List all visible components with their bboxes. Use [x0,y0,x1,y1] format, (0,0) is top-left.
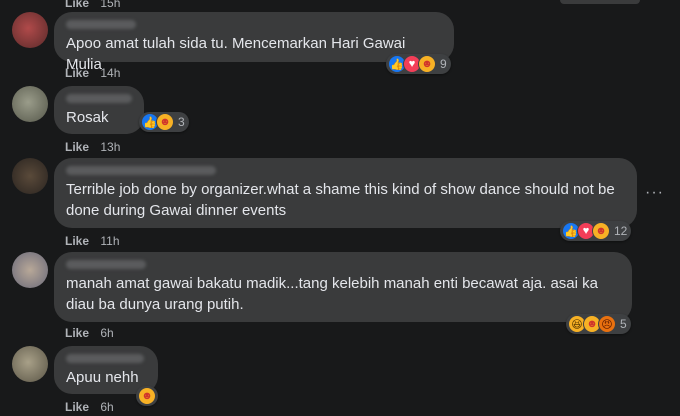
reaction-summary[interactable]: 👍 ♥ ☻ 9 [386,54,451,74]
like-link[interactable]: Like [65,326,89,340]
author-name-blurred[interactable] [66,260,146,269]
comment-meta: Like 6h [65,400,114,414]
author-name-blurred[interactable] [66,94,132,103]
comment-meta: Like 14h [65,66,120,80]
angry-reaction-icon: 😠 [598,315,616,333]
reaction-count: 12 [614,224,628,238]
like-link[interactable]: Like [65,66,89,80]
like-link[interactable]: Like [65,140,89,154]
reaction-summary[interactable]: 👍 ♥ ☻ 12 [560,221,632,241]
avatar[interactable] [12,346,48,382]
reaction-count: 5 [620,317,627,331]
reaction-count: 3 [178,115,185,129]
comment-text: Apoo amat tulah sida tu. Mencemarkan Har… [66,35,406,73]
author-name-blurred[interactable] [66,20,136,29]
reaction-count: 9 [440,57,447,71]
more-horizontal-icon[interactable]: ··· [645,184,664,202]
comment-meta-top: Like 15h [65,0,120,10]
care-reaction-icon: ☻ [138,387,156,405]
timestamp[interactable]: 13h [100,140,120,154]
comment-text: Rosak [66,109,109,126]
avatar[interactable] [12,252,48,288]
timestamp[interactable]: 11h [100,234,119,248]
author-name-blurred[interactable] [66,166,216,175]
reaction-summary[interactable]: 😆 ☻ 😠 5 [566,314,631,334]
comment-meta: Like 13h [65,140,120,154]
comment-bubble: Terrible job done by organizer.what a sh… [54,158,637,228]
comment-bubble: Rosak [54,86,144,134]
timestamp[interactable]: 6h [100,326,113,340]
comment-meta: Like 6h [65,326,114,340]
author-name-blurred[interactable] [66,354,144,363]
care-reaction-icon: ☻ [418,55,436,73]
like-link[interactable]: Like [65,234,89,248]
care-reaction-icon: ☻ [592,222,610,240]
avatar[interactable] [12,158,48,194]
care-reaction-icon: ☻ [156,113,174,131]
reaction-summary[interactable]: 👍 ☻ 3 [139,112,189,132]
timestamp[interactable]: 6h [100,400,113,414]
comment-bubble: manah amat gawai bakatu madik...tang kel… [54,252,632,322]
timestamp[interactable]: 15h [100,0,120,10]
comment-text: Apuu nehh [66,369,139,386]
previous-comment-bubble-edge [560,0,640,4]
avatar[interactable] [12,86,48,122]
comment-text: manah amat gawai bakatu madik...tang kel… [66,275,598,313]
timestamp[interactable]: 14h [100,66,120,80]
reaction-summary[interactable]: ☻ [136,386,158,406]
avatar[interactable] [12,12,48,48]
comment-meta: Like 11h [65,234,120,248]
comment-text: Terrible job done by organizer.what a sh… [66,181,615,219]
like-link[interactable]: Like [65,0,89,10]
like-link[interactable]: Like [65,400,89,414]
